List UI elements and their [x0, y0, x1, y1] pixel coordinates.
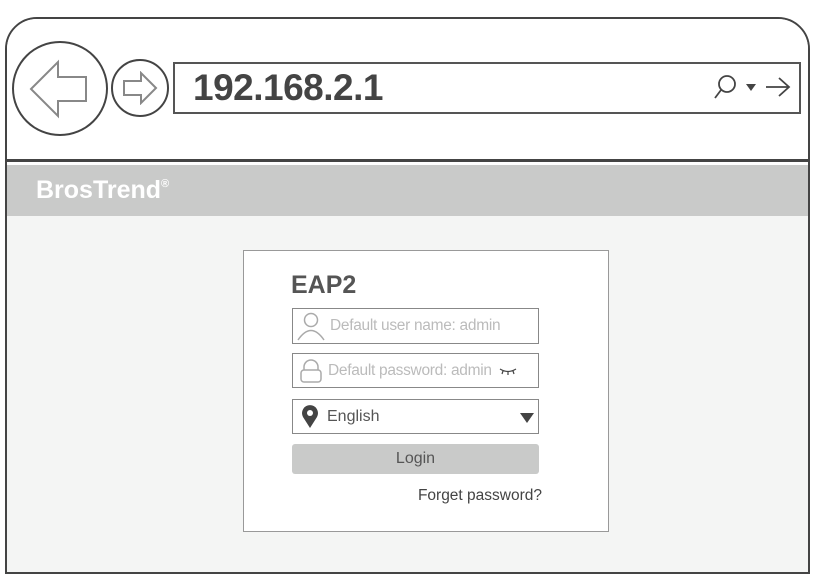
username-placeholder: Default user name: admin [330, 317, 501, 334]
browser-toolbar: 192.168.2.1 [7, 19, 808, 162]
location-pin-icon [302, 404, 318, 428]
password-placeholder: Default password: admin [328, 361, 492, 379]
dropdown-icon[interactable] [745, 82, 757, 92]
address-bar[interactable]: 192.168.2.1 [173, 62, 801, 114]
login-card: EAP2 Default user name: admin Default pa… [243, 250, 609, 532]
page-body: EAP2 Default user name: admin Default pa… [7, 216, 808, 572]
go-arrow-icon[interactable] [765, 76, 791, 98]
browser-window: 192.168.2.1 BrosTrend® EAP2 Default user… [5, 17, 810, 574]
language-value: English [327, 407, 380, 425]
login-button[interactable]: Login [292, 444, 539, 474]
forward-button[interactable] [111, 59, 169, 117]
username-field[interactable]: Default user name: admin [292, 308, 539, 344]
language-select[interactable]: English [292, 399, 539, 434]
search-icon[interactable] [713, 74, 737, 100]
brand-bar: BrosTrend® [7, 165, 808, 216]
forget-password-link[interactable]: Forget password? [418, 487, 542, 505]
brand-logo: BrosTrend® [36, 176, 170, 204]
back-button[interactable] [12, 41, 108, 136]
password-field[interactable]: Default password: admin [292, 353, 539, 388]
eye-closed-icon[interactable] [498, 366, 518, 376]
back-arrow-icon [29, 59, 87, 118]
forward-arrow-icon [123, 71, 158, 105]
url-text: 192.168.2.1 [193, 67, 383, 108]
chevron-down-icon [520, 413, 534, 423]
lock-icon [300, 358, 322, 383]
device-title: EAP2 [291, 271, 357, 299]
user-icon [297, 312, 325, 341]
